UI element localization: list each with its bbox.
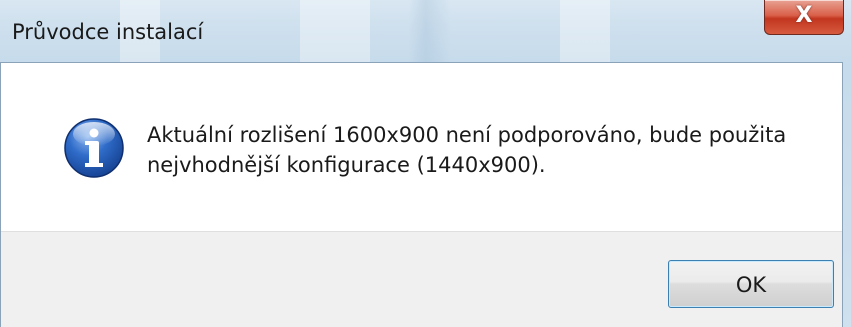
dialog-message: Aktuální rozlišení 1600x900 není podporo…	[147, 120, 827, 180]
window-frame-right	[842, 62, 851, 327]
ok-button[interactable]: OK	[668, 260, 834, 308]
message-line: Aktuální rozlišení 1600x900 není podporo…	[147, 123, 787, 147]
info-icon	[64, 118, 124, 178]
window-title: Průvodce instalací	[12, 20, 204, 44]
close-icon: X	[795, 3, 813, 28]
title-bar[interactable]: Průvodce instalací X	[0, 0, 851, 62]
dialog-content: Aktuální rozlišení 1600x900 není podporo…	[1, 62, 842, 231]
glass-streak	[560, 0, 610, 62]
close-button[interactable]: X	[764, 0, 844, 35]
button-bar: OK	[1, 231, 842, 327]
dialog-window: Průvodce instalací X Aktuální rozlišení …	[0, 0, 851, 327]
message-line: nejvhodnější konfigurace (1440x900).	[147, 153, 546, 177]
glass-streak	[300, 0, 370, 62]
